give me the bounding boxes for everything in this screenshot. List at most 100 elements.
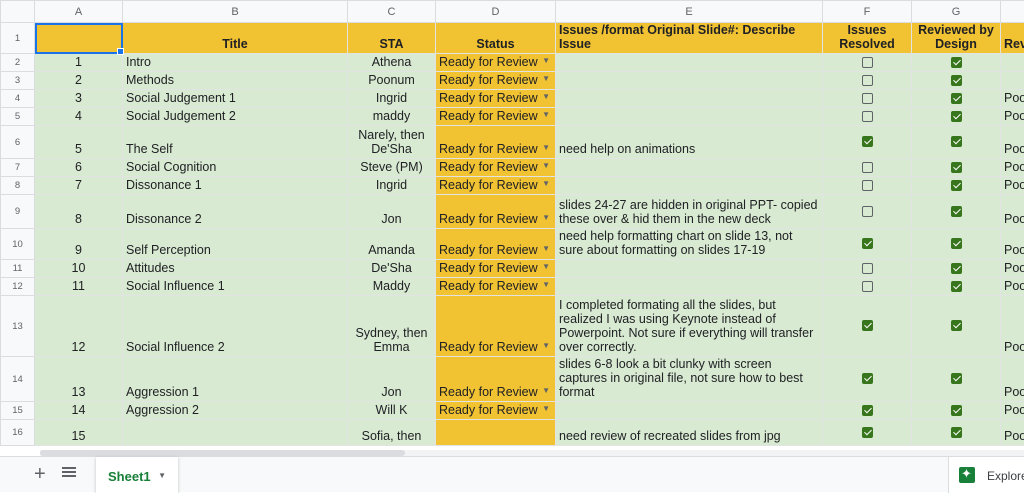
resolved-cell[interactable] [823, 195, 912, 229]
select-all-corner[interactable] [1, 1, 35, 23]
reviewed-cell[interactable] [912, 90, 1001, 108]
reviewer-cell[interactable]: Poo [1001, 195, 1024, 229]
issue-cell[interactable]: slides 24-27 are hidden in original PPT-… [556, 195, 823, 229]
dropdown-arrow-icon[interactable]: ▼ [542, 280, 550, 289]
dropdown-arrow-icon[interactable]: ▼ [542, 341, 550, 350]
row-index-cell[interactable]: 7 [35, 177, 123, 195]
row-number[interactable]: 10 [1, 229, 35, 260]
sta-cell[interactable]: Jon [348, 195, 436, 229]
reviewer-cell[interactable]: Poo [1001, 278, 1024, 296]
header-cell-reviewed[interactable]: Reviewed by Design [912, 23, 1001, 54]
reviewed-cell[interactable] [912, 357, 1001, 402]
reviewed-cell[interactable] [912, 177, 1001, 195]
sta-cell[interactable]: Sofia, then [348, 420, 436, 446]
sta-cell[interactable]: maddy [348, 108, 436, 126]
reviewed-checkbox[interactable] [951, 373, 962, 384]
resolved-checkbox[interactable] [862, 57, 873, 68]
reviewed-cell[interactable] [912, 420, 1001, 446]
status-dropdown[interactable]: Ready for Review▼ [436, 296, 556, 357]
row-index-cell[interactable]: 4 [35, 108, 123, 126]
sta-cell[interactable]: De'Sha [348, 260, 436, 278]
row-number[interactable]: 11 [1, 260, 35, 278]
add-sheet-icon[interactable]: + [34, 463, 46, 486]
title-cell[interactable]: Self Perception [123, 229, 348, 260]
row-number[interactable]: 8 [1, 177, 35, 195]
status-dropdown[interactable]: Ready for Review▼ [436, 357, 556, 402]
dropdown-arrow-icon[interactable]: ▼ [542, 110, 550, 119]
resolved-checkbox[interactable] [862, 206, 873, 217]
header-cell-a[interactable] [35, 23, 123, 54]
reviewer-cell[interactable]: Poo [1001, 402, 1024, 420]
status-dropdown[interactable]: Ready for Review▼ [436, 260, 556, 278]
sta-cell[interactable]: Poonum [348, 72, 436, 90]
title-cell[interactable]: Attitudes [123, 260, 348, 278]
reviewer-cell[interactable]: Poo [1001, 357, 1024, 402]
row-number[interactable]: 3 [1, 72, 35, 90]
header-cell-resolved[interactable]: Issues Resolved [823, 23, 912, 54]
dropdown-arrow-icon[interactable]: ▼ [542, 213, 550, 222]
resolved-cell[interactable] [823, 108, 912, 126]
dropdown-arrow-icon[interactable]: ▼ [542, 74, 550, 83]
reviewer-cell[interactable]: Poo [1001, 126, 1024, 159]
resolved-checkbox[interactable] [862, 136, 873, 147]
sheet-tab[interactable]: Sheet1 ▼ [96, 457, 178, 493]
sta-cell[interactable]: Will K [348, 402, 436, 420]
resolved-cell[interactable] [823, 72, 912, 90]
issue-cell[interactable] [556, 90, 823, 108]
header-cell-status[interactable]: Status [436, 23, 556, 54]
reviewer-cell[interactable] [1001, 72, 1024, 90]
issue-cell[interactable] [556, 54, 823, 72]
status-dropdown[interactable]: Ready for Review▼ [436, 72, 556, 90]
title-cell[interactable]: The Self [123, 126, 348, 159]
row-index-cell[interactable]: 13 [35, 357, 123, 402]
dropdown-arrow-icon[interactable]: ▼ [542, 386, 550, 395]
column-header-e[interactable]: E [556, 1, 823, 23]
resolved-checkbox[interactable] [862, 111, 873, 122]
row-number[interactable]: 15 [1, 402, 35, 420]
status-dropdown[interactable]: Ready for Review▼ [436, 159, 556, 177]
status-dropdown[interactable] [436, 420, 556, 446]
reviewer-cell[interactable] [1001, 54, 1024, 72]
header-cell-title[interactable]: Title [123, 23, 348, 54]
reviewed-checkbox[interactable] [951, 180, 962, 191]
chevron-down-icon[interactable]: ▼ [158, 471, 166, 480]
reviewed-cell[interactable] [912, 108, 1001, 126]
reviewed-checkbox[interactable] [951, 75, 962, 86]
column-header-d[interactable]: D [436, 1, 556, 23]
reviewed-checkbox[interactable] [951, 162, 962, 173]
issue-cell[interactable]: need help formatting chart on slide 13, … [556, 229, 823, 260]
title-cell[interactable]: Social Influence 1 [123, 278, 348, 296]
resolved-checkbox[interactable] [862, 320, 873, 331]
resolved-checkbox[interactable] [862, 373, 873, 384]
status-dropdown[interactable]: Ready for Review▼ [436, 229, 556, 260]
resolved-cell[interactable] [823, 296, 912, 357]
reviewer-cell[interactable]: Poo [1001, 420, 1024, 446]
issue-cell[interactable] [556, 402, 823, 420]
column-header-c[interactable]: C [348, 1, 436, 23]
status-dropdown[interactable]: Ready for Review▼ [436, 108, 556, 126]
dropdown-arrow-icon[interactable]: ▼ [542, 244, 550, 253]
status-dropdown[interactable]: Ready for Review▼ [436, 195, 556, 229]
resolved-checkbox[interactable] [862, 263, 873, 274]
resolved-checkbox[interactable] [862, 281, 873, 292]
reviewed-checkbox[interactable] [951, 111, 962, 122]
row-index-cell[interactable]: 2 [35, 72, 123, 90]
resolved-cell[interactable] [823, 177, 912, 195]
resolved-checkbox[interactable] [862, 162, 873, 173]
reviewed-checkbox[interactable] [951, 263, 962, 274]
status-dropdown[interactable]: Ready for Review▼ [436, 402, 556, 420]
row-index-cell[interactable]: 10 [35, 260, 123, 278]
row-number[interactable]: 12 [1, 278, 35, 296]
resolved-checkbox[interactable] [862, 180, 873, 191]
resolved-checkbox[interactable] [862, 427, 873, 438]
sta-cell[interactable]: Steve (PM) [348, 159, 436, 177]
row-index-cell[interactable]: 12 [35, 296, 123, 357]
reviewed-cell[interactable] [912, 195, 1001, 229]
status-dropdown[interactable]: Ready for Review▼ [436, 54, 556, 72]
row-index-cell[interactable]: 6 [35, 159, 123, 177]
row-index-cell[interactable]: 1 [35, 54, 123, 72]
all-sheets-icon[interactable] [62, 465, 76, 479]
reviewer-cell[interactable]: Poo [1001, 90, 1024, 108]
title-cell[interactable]: Dissonance 2 [123, 195, 348, 229]
sta-cell[interactable]: Maddy [348, 278, 436, 296]
